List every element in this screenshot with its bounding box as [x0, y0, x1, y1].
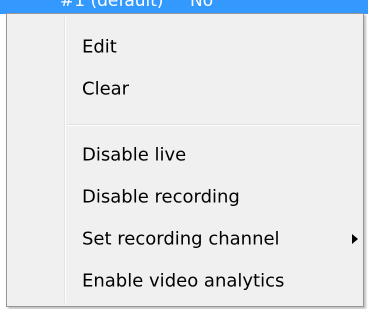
menu-item-label: Disable live — [82, 144, 187, 166]
menu-item-label: Enable video analytics — [82, 270, 285, 292]
menu-item-set-recording-channel[interactable]: Set recording channel — [10, 222, 360, 256]
screen: #1 (default) No Edit Clear Disable live … — [0, 0, 368, 309]
selected-list-row[interactable]: #1 (default) No — [0, 0, 368, 14]
context-menu: Edit Clear Disable live Disable recordin… — [6, 13, 364, 307]
menu-item-disable-live[interactable]: Disable live — [10, 138, 360, 172]
menu-item-edit[interactable]: Edit — [10, 30, 360, 64]
row-cell-value: No — [190, 0, 214, 11]
menu-separator — [68, 124, 360, 126]
row-cell-name: #1 (default) — [60, 0, 164, 11]
menu-item-disable-recording[interactable]: Disable recording — [10, 180, 360, 214]
menu-item-label: Clear — [82, 78, 130, 100]
submenu-arrow-icon — [352, 234, 358, 244]
menu-item-label: Disable recording — [82, 186, 240, 208]
menu-item-label: Edit — [82, 36, 117, 58]
menu-item-enable-video-analytics[interactable]: Enable video analytics — [10, 264, 360, 298]
menu-item-label: Set recording channel — [82, 228, 280, 250]
menu-item-clear[interactable]: Clear — [10, 72, 360, 106]
